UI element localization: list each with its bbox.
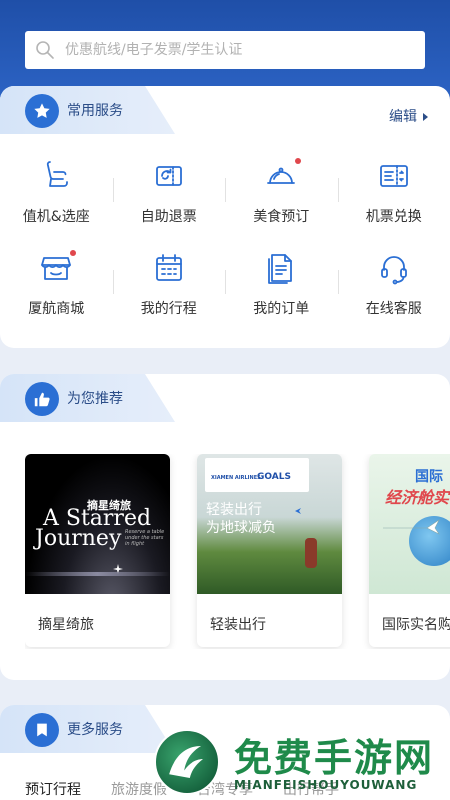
service-label: 美食预订 [253, 209, 310, 225]
image-badge: GOALS [257, 472, 291, 482]
shop-icon [38, 250, 77, 286]
image-subtitle: Reserve a table under the stars in fligh… [125, 529, 165, 547]
service-label: 我的行程 [140, 301, 197, 317]
recommend-caption: 轻装出行 [210, 617, 266, 633]
service-label: 值机&选座 [22, 209, 90, 225]
hiker-figure [305, 538, 317, 568]
refund-ticket-icon [151, 158, 187, 194]
search-bar[interactable] [25, 31, 425, 69]
site-watermark: 免费手游网 MIANFEISHOUYOUWANG [150, 727, 450, 800]
recommend-caption: 摘星绮旅 [38, 617, 94, 633]
brand-banner: XIAMEN AIRLINES GOALS [205, 458, 309, 492]
recommend-item-light-travel[interactable]: XIAMEN AIRLINES GOALS 轻装出行 为地球减负 轻装出行 [197, 454, 342, 647]
order-document-icon [263, 250, 299, 286]
service-checkin-seat[interactable]: 值机&选座 [0, 146, 113, 238]
recommend-item-intl-realname[interactable]: 国际 经济舱实 国际实名购 [369, 454, 450, 647]
edit-label: 编辑 [389, 109, 417, 125]
service-ticket-exchange[interactable]: 机票兑换 [337, 146, 450, 238]
service-my-trips[interactable]: 我的行程 [112, 238, 226, 330]
star-sparkle-icon [113, 559, 123, 574]
service-label: 在线客服 [365, 301, 422, 317]
tab-book-trip[interactable]: 预订行程 [25, 779, 81, 799]
search-input[interactable] [65, 42, 385, 58]
service-food-booking[interactable]: 美食预订 [225, 146, 338, 238]
seat-icon [38, 158, 74, 194]
service-label: 自助退票 [140, 209, 197, 225]
common-services-card: 常用服务 编辑 值机&选座 自助退票 美食预订 机票兑换 厦航商城 我的行程 我… [0, 86, 450, 348]
intl-realname-image: 国际 经济舱实 [369, 454, 450, 594]
light-travel-image: XIAMEN AIRLINES GOALS 轻装出行 为地球减负 [197, 454, 342, 594]
service-online-support[interactable]: 在线客服 [337, 238, 450, 330]
services-grid: 值机&选座 自助退票 美食预订 机票兑换 厦航商城 我的行程 我的订单 在线客服 [0, 146, 450, 330]
recommend-item-starred-journey[interactable]: 摘星绮旅 A Starred Journey Reserve a table u… [25, 454, 170, 647]
food-cloche-icon [263, 158, 302, 194]
more-services-title: 更多服务 [67, 722, 123, 738]
common-services-title: 常用服务 [67, 103, 123, 119]
service-label: 机票兑换 [365, 209, 422, 225]
star-icon [25, 94, 59, 128]
service-label: 我的订单 [253, 301, 310, 317]
service-label: 厦航商城 [28, 301, 85, 317]
image-title-en: Journey [35, 526, 122, 551]
image-headline: 国际 [415, 469, 443, 485]
plane-icon [381, 516, 441, 536]
thumbs-up-icon [25, 382, 59, 416]
recommend-caption: 国际实名购 [382, 617, 450, 633]
horizon-glow [25, 572, 170, 576]
ticket-exchange-icon [376, 158, 412, 194]
image-brand: XIAMEN AIRLINES [211, 475, 261, 481]
watermark-logo-icon [154, 729, 220, 795]
image-headline: 轻装出行 [206, 502, 262, 518]
service-xiamen-shop[interactable]: 厦航商城 [0, 238, 113, 330]
plane-icon [275, 500, 301, 514]
chevron-right-icon [423, 113, 428, 121]
calendar-icon [151, 250, 187, 286]
recommend-card: 为您推荐 摘星绮旅 A Starred Journey Reserve a ta… [0, 374, 450, 680]
search-icon [36, 41, 54, 59]
headset-icon [376, 250, 412, 286]
starred-journey-image: 摘星绮旅 A Starred Journey Reserve a table u… [25, 454, 170, 594]
notification-dot [295, 158, 302, 164]
recommend-carousel[interactable]: 摘星绮旅 A Starred Journey Reserve a table u… [25, 454, 450, 649]
service-my-orders[interactable]: 我的订单 [225, 238, 338, 330]
watermark-subtext: MIANFEISHOUYOUWANG [234, 778, 418, 792]
watermark-text: 免费手游网 [234, 736, 435, 780]
image-headline: 为地球减负 [206, 520, 276, 536]
edit-button[interactable]: 编辑 [389, 106, 428, 126]
service-self-refund[interactable]: 自助退票 [112, 146, 226, 238]
bookmark-icon [25, 713, 59, 747]
notification-dot [70, 250, 77, 256]
image-headline: 经济舱实 [385, 488, 450, 507]
recommend-title: 为您推荐 [67, 391, 123, 407]
